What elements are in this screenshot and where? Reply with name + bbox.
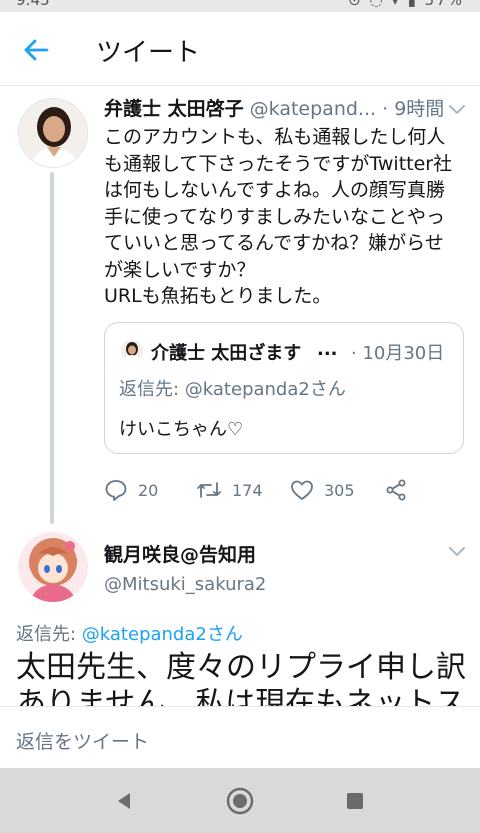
separator-dot: · — [382, 98, 389, 120]
tweet-header: 弁護士 太田啓子 @katepand... · 9時間 — [104, 94, 464, 124]
page-title: ツイート — [96, 38, 201, 68]
tweet-time: 9時間 — [394, 98, 445, 120]
reply-to-prefix: 返信先: — [16, 624, 82, 645]
tweet-text: このアカウントも、私も通報したし何人 も通報して下さったそうですがTwitter… — [104, 126, 453, 307]
author-name[interactable]: 弁護士 太田啓子 — [104, 98, 244, 120]
quoted-reply-to: 返信先: @katepanda2さん — [119, 375, 346, 401]
reply-handle: @katepanda2さん — [184, 379, 346, 400]
reply-tweet-text: 太田先生、度々のリプライ申し訳 ありません、私は現在もネットス — [16, 650, 480, 706]
quoted-text: けいこちゃん♡ — [119, 419, 244, 440]
back-arrow-icon — [24, 39, 49, 61]
share-button[interactable] — [384, 476, 418, 504]
retweet-icon — [197, 482, 221, 498]
retweet-count: 174 — [232, 480, 263, 500]
nav-recents-button[interactable] — [340, 786, 370, 816]
status-time: 9:45 — [16, 0, 50, 9]
reply-author-name[interactable]: 観月咲良@告知用 — [104, 540, 256, 567]
reply-avatar[interactable] — [18, 532, 88, 602]
reply-count: 20 — [138, 480, 159, 500]
caret-down-icon[interactable] — [448, 104, 466, 116]
nav-home-button[interactable] — [225, 786, 255, 816]
nav-home-icon — [226, 787, 254, 815]
thread-line — [50, 172, 54, 524]
like-icon — [291, 480, 313, 500]
reply-text-line: 太田先生、度々のリプライ申し訳 — [16, 650, 466, 685]
like-count: 305 — [324, 480, 355, 500]
quoted-avatar — [121, 340, 143, 362]
quoted-time: · 10月30日 — [351, 343, 445, 364]
quoted-name-ellipsis: ... — [317, 339, 338, 360]
system-nav-bar — [0, 768, 480, 833]
nav-back-button[interactable] — [109, 786, 139, 816]
status-icons: ⊙ ◌ ▾ ▮ 57% — [348, 0, 464, 9]
share-icon — [386, 479, 406, 501]
author-handle[interactable]: @katepand... — [250, 98, 376, 120]
status-bar: 9:45 ⊙ ◌ ▾ ▮ 57% — [0, 0, 480, 12]
reply-icon — [105, 480, 127, 501]
avatar[interactable] — [18, 98, 88, 168]
compose-placeholder: 返信をツイート — [16, 731, 150, 753]
reply-to-line: 返信先: @katepanda2さん — [16, 620, 243, 646]
reply-compose-bar[interactable]: 返信をツイート — [0, 706, 480, 768]
reply-to-handle[interactable]: @katepanda2さん — [82, 624, 243, 645]
reply-text-line: ありません、私は現在もネットス — [16, 686, 466, 706]
like-button[interactable]: 305 — [290, 476, 355, 504]
reply-button[interactable]: 20 — [104, 476, 158, 504]
nav-recents-icon — [347, 793, 363, 809]
quoted-tweet[interactable]: 介護士 太田ざます ... · 10月30日 返信先: @katepanda2さ… — [104, 322, 464, 454]
quoted-profile-photo-icon — [121, 340, 143, 362]
reply-prefix: 返信先: — [119, 379, 185, 400]
nav-back-icon — [118, 793, 130, 809]
quoted-author-name: 介護士 太田ざます — [151, 343, 302, 364]
reply-caret-down-icon[interactable] — [448, 546, 466, 558]
anime-avatar-icon — [18, 532, 88, 602]
profile-photo-icon — [19, 99, 87, 167]
reply-author-handle[interactable]: @Mitsuki_sakura2 — [104, 574, 266, 595]
tweet-actions: 20 174 305 — [104, 476, 424, 504]
top-app-bar: ツイート — [0, 12, 480, 86]
back-button[interactable] — [18, 32, 54, 68]
retweet-button[interactable]: 174 — [196, 476, 263, 504]
